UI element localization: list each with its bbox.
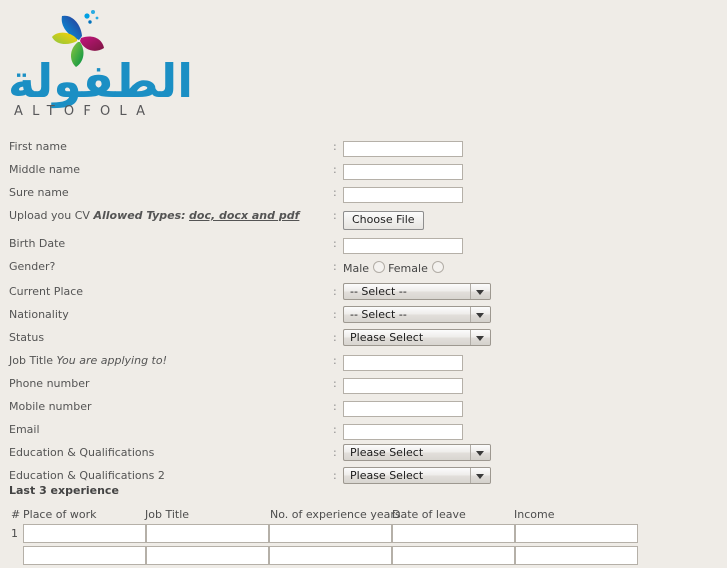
col-header-number: # (11, 508, 21, 521)
education-1-select-value: Please Select (350, 446, 424, 459)
form-row-education-1: Education & Qualifications : Please Sele… (0, 444, 727, 469)
job-title-input-2[interactable] (146, 546, 269, 565)
label-gender: Gender? (9, 260, 56, 273)
form-row-email: Email : (0, 423, 727, 446)
email-field[interactable] (343, 423, 463, 440)
separator-colon: : (333, 354, 337, 367)
gender-male-radio[interactable] (373, 261, 386, 273)
label-allowed-types: Allowed Types: (93, 209, 186, 222)
place-of-work-input-2[interactable] (23, 546, 146, 565)
label-phone-number: Phone number (9, 377, 90, 390)
table-row (9, 546, 721, 568)
form-row-gender: Gender? : Male Female (0, 260, 727, 285)
col-header-income: Income (514, 508, 555, 521)
form-row-sure-name: Sure name : (0, 186, 727, 209)
row-number: 1 (11, 527, 18, 540)
logo-arabic-text: الطفولة (8, 54, 194, 108)
chevron-down-icon[interactable] (470, 468, 490, 483)
label-upload-cv-text: Upload you CV (9, 209, 90, 222)
label-education-2: Education & Qualifications 2 (9, 469, 165, 482)
col-header-date-of-leave: Date of leave (392, 508, 466, 521)
col-header-place-of-work: Place of work (23, 508, 97, 521)
separator-colon: : (333, 423, 337, 436)
education-2-select[interactable]: Please Select (343, 467, 491, 484)
education-1-select[interactable]: Please Select (343, 444, 491, 461)
label-current-place: Current Place (9, 285, 84, 298)
label-mobile-number: Mobile number (9, 400, 92, 413)
label-status: Status (9, 331, 45, 344)
label-middle-name: Middle name (9, 163, 81, 176)
separator-colon: : (333, 469, 337, 482)
logo-latin-text: ALTOFOLA (14, 104, 155, 119)
place-of-work-input-1[interactable] (23, 524, 146, 543)
form-row-birth-date: Birth Date : (0, 237, 727, 260)
label-upload-cv: Upload you CV Allowed Types: doc, docx a… (9, 209, 299, 223)
label-gender-female: Female (388, 262, 428, 275)
mobile-number-input[interactable] (343, 400, 463, 417)
form-row-nationality: Nationality : -- Select -- (0, 306, 727, 331)
label-gender-male: Male (343, 262, 370, 275)
current-place-select[interactable]: -- Select -- (343, 283, 491, 300)
separator-colon: : (333, 140, 337, 153)
site-logo: الطفولة ALTOFOLA (8, 6, 238, 126)
status-select-value: Please Select (350, 331, 424, 344)
label-job-title-hint: You are applying to! (56, 354, 167, 367)
separator-colon: : (333, 285, 337, 298)
education-2-select-value: Please Select (350, 469, 424, 482)
experience-section-title: Last 3 experience (9, 484, 119, 497)
label-email: Email (9, 423, 40, 436)
birth-date-input[interactable] (343, 237, 463, 254)
income-input-2[interactable] (515, 546, 638, 565)
status-select[interactable]: Please Select (343, 329, 491, 346)
income-input-1[interactable] (515, 524, 638, 543)
application-form: First name : Middle name : Sure name : U… (0, 140, 727, 492)
nationality-select-value: -- Select -- (350, 308, 407, 321)
label-birth-date: Birth Date (9, 237, 66, 250)
gender-radio-group: Male Female (343, 258, 447, 276)
chevron-down-icon[interactable] (470, 330, 490, 345)
label-job-title: Job Title You are applying to! (9, 354, 167, 368)
nationality-select[interactable]: -- Select -- (343, 306, 491, 323)
separator-colon: : (333, 446, 337, 459)
choose-file-button[interactable]: Choose File (343, 211, 424, 230)
label-job-title-text: Job Title (9, 354, 54, 367)
date-of-leave-input-2[interactable] (392, 546, 515, 565)
date-of-leave-input-1[interactable] (392, 524, 515, 543)
experience-table: # Place of work Job Title No. of experie… (9, 508, 721, 568)
label-education-1: Education & Qualifications (9, 446, 155, 459)
job-title-input-1[interactable] (146, 524, 269, 543)
col-header-job-title: Job Title (145, 508, 190, 521)
separator-colon: : (333, 400, 337, 413)
years-input-2[interactable] (269, 546, 392, 565)
sure-name-input[interactable] (343, 186, 463, 203)
table-row: 1 (9, 524, 721, 546)
chevron-down-icon[interactable] (470, 307, 490, 322)
years-input-1[interactable] (269, 524, 392, 543)
form-row-current-place: Current Place : -- Select -- (0, 283, 727, 308)
separator-colon: : (333, 308, 337, 321)
separator-colon: : (333, 260, 337, 273)
label-first-name: First name (9, 140, 67, 153)
separator-colon: : (333, 331, 337, 344)
phone-number-input[interactable] (343, 377, 463, 394)
first-name-input[interactable] (343, 140, 463, 157)
label-sure-name: Sure name (9, 186, 69, 199)
middle-name-input[interactable] (343, 163, 463, 180)
experience-table-header: # Place of work Job Title No. of experie… (9, 508, 721, 524)
col-header-years: No. of experience years (270, 508, 401, 521)
job-title-input[interactable] (343, 354, 463, 371)
label-nationality: Nationality (9, 308, 69, 321)
form-row-upload-cv: Upload you CV Allowed Types: doc, docx a… (0, 209, 727, 237)
current-place-select-value: -- Select -- (350, 285, 407, 298)
separator-colon: : (333, 237, 337, 250)
label-allowed-extensions: doc, docx and pdf (189, 209, 300, 222)
chevron-down-icon[interactable] (470, 445, 490, 460)
separator-colon: : (333, 377, 337, 390)
separator-colon: : (333, 163, 337, 176)
separator-colon: : (333, 209, 337, 222)
separator-colon: : (333, 186, 337, 199)
gender-female-radio[interactable] (431, 261, 444, 273)
chevron-down-icon[interactable] (470, 284, 490, 299)
